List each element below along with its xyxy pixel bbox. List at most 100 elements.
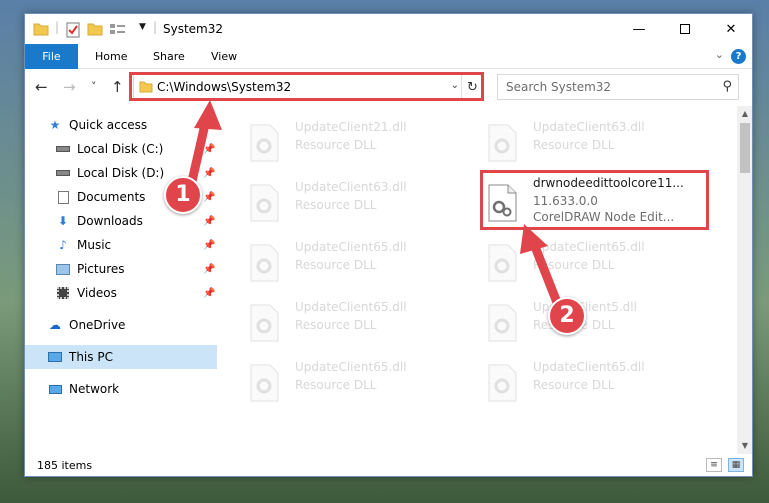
sidebar-item-label: This PC [69,350,113,364]
scroll-up-icon[interactable]: ▲ [737,106,752,122]
file-item[interactable]: UpdateClient63.dll Resource DLL [247,180,477,228]
sidebar-item-quick-access[interactable]: ★ Quick access [25,113,217,137]
sidebar-item-label: Downloads [77,214,143,228]
new-folder-icon[interactable] [87,22,103,36]
tab-file[interactable]: File [25,44,78,69]
sidebar-item-network[interactable]: Network [25,377,217,401]
item-count: 185 items [37,459,93,472]
dll-file-icon [250,124,279,162]
large-icons-view-icon[interactable]: ▦ [728,458,744,472]
file-name: UpdateClient65.dll [295,360,407,374]
file-item[interactable]: UpdateClient65.dll Resource DLL [247,300,477,348]
file-name: UpdateClient65.dll [295,240,407,254]
sidebar-item-label: Music [77,238,112,252]
file-item[interactable]: UpdateClient65.dll Resource DLL [485,240,715,288]
pin-icon[interactable]: 📌 [203,288,215,299]
pin-icon[interactable]: 📌 [203,168,215,179]
ribbon-tabs: File Home Share View ⌄ ? [25,44,752,69]
navigation-pane: ★ Quick access Local Disk (C:) 📌 Local D… [25,106,217,454]
file-item[interactable]: UpdateClient5.dll Resource DLL [485,300,715,348]
vertical-scrollbar[interactable]: ▲ ▼ [737,106,752,454]
address-highlight-box [129,72,484,101]
file-item[interactable]: UpdateClient65.dll Resource DLL [247,240,477,288]
drive-icon [55,142,71,156]
chevron-down-icon[interactable]: ▼ [139,22,146,32]
step-badge-2: 2 [548,297,586,335]
file-description: Resource DLL [295,258,377,272]
video-icon [55,286,71,300]
folder-icon [33,23,49,36]
file-item[interactable]: UpdateClient65.dll Resource DLL [247,360,477,408]
customize-toolbar-icon[interactable] [109,22,127,36]
minimize-button[interactable]: — [616,14,662,44]
star-icon: ★ [49,118,61,132]
file-name: UpdateClient21.dll [295,120,407,134]
close-icon: ✕ [725,21,737,37]
separator: | [55,20,60,34]
recent-locations-button[interactable]: ˅ [91,80,97,93]
file-list: UpdateClient21.dll Resource DLL UpdateCl… [221,106,737,454]
drive-icon [55,166,71,180]
pin-icon[interactable]: 📌 [203,144,215,155]
maximize-icon [680,24,690,34]
expand-ribbon-icon[interactable]: ⌄ [715,48,724,61]
back-button[interactable]: ← [35,78,48,96]
status-bar: 185 items ≡ ▦ [25,454,752,476]
dll-file-icon [488,304,517,342]
dll-file-icon [488,124,517,162]
up-button[interactable]: ↑ [111,78,124,96]
computer-icon [47,350,63,364]
separator: | [153,20,158,34]
scroll-thumb[interactable] [740,123,750,173]
file-description: Resource DLL [295,198,377,212]
sidebar-item-label: Videos [77,286,117,300]
scroll-down-icon[interactable]: ▼ [737,438,752,454]
details-view-icon[interactable]: ≡ [706,458,722,472]
sidebar-item-label: Pictures [77,262,125,276]
file-name: UpdateClient63.dll [533,120,645,134]
dll-file-icon [488,364,517,402]
file-name: UpdateClient65.dll [533,240,645,254]
tab-home[interactable]: Home [95,50,127,63]
dll-file-icon [488,244,517,282]
title-bar: | ▼ | System32 — ✕ [25,14,752,44]
step-badge-1: 1 [164,176,202,214]
music-icon: ♪ [59,238,67,252]
search-placeholder: Search System32 [506,80,612,94]
search-icon: ⚲ [722,79,732,94]
file-name: UpdateClient63.dll [295,180,407,194]
file-item[interactable]: UpdateClient63.dll Resource DLL [485,120,715,168]
sidebar-item-label: Local Disk (D:) [77,166,165,180]
network-icon [47,382,63,396]
close-button[interactable]: ✕ [708,14,752,44]
file-name: UpdateClient65.dll [533,360,645,374]
dll-file-icon [250,364,279,402]
dll-file-icon [250,244,279,282]
help-icon[interactable]: ? [731,49,746,64]
search-input[interactable]: Search System32 ⚲ [497,74,739,100]
sidebar-item-this-pc[interactable]: This PC [25,345,217,369]
forward-button[interactable]: → [63,78,76,96]
tab-view[interactable]: View [211,50,237,63]
file-description: Resource DLL [533,378,615,392]
pin-icon[interactable]: 📌 [203,240,215,251]
sidebar-item-music[interactable]: ♪ Music 📌 [25,233,217,257]
pin-icon[interactable]: 📌 [203,264,215,275]
file-description: Resource DLL [295,378,377,392]
file-highlight-box [480,170,709,230]
sidebar-item-onedrive[interactable]: ☁ OneDrive [25,313,217,337]
tab-share[interactable]: Share [153,50,185,63]
pictures-icon [55,262,71,276]
minimize-icon: — [632,21,646,37]
sidebar-item-videos[interactable]: Videos 📌 [25,281,217,305]
sidebar-item-pictures[interactable]: Pictures 📌 [25,257,217,281]
maximize-button[interactable] [662,14,708,44]
pin-icon[interactable]: 📌 [203,216,215,227]
sidebar-item-label: Local Disk (C:) [77,142,164,156]
properties-icon[interactable] [65,22,81,38]
file-item[interactable]: UpdateClient21.dll Resource DLL [247,120,477,168]
sidebar-item-label: OneDrive [69,318,126,332]
pin-icon[interactable]: 📌 [203,192,215,203]
sidebar-item-local-disk-c[interactable]: Local Disk (C:) 📌 [25,137,217,161]
file-item[interactable]: UpdateClient65.dll Resource DLL [485,360,715,408]
